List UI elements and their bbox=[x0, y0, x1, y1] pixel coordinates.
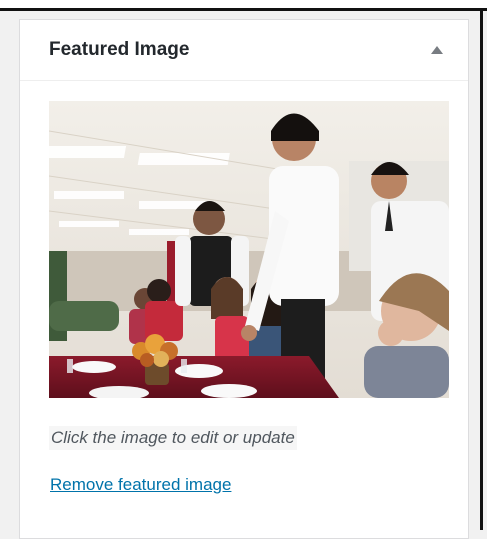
triangle-up-icon bbox=[431, 46, 443, 54]
remove-featured-image-link[interactable]: Remove featured image bbox=[50, 475, 231, 495]
featured-image-thumbnail[interactable] bbox=[49, 101, 449, 398]
collapse-toggle-button[interactable] bbox=[429, 42, 445, 58]
image-edit-hint: Click the image to edit or update bbox=[49, 426, 297, 450]
frame-border-right bbox=[480, 8, 483, 530]
metabox-header[interactable]: Featured Image bbox=[20, 20, 468, 81]
metabox-title: Featured Image bbox=[49, 39, 190, 60]
frame-border-top bbox=[0, 8, 487, 11]
featured-image-metabox: Featured Image Click the image to edit o… bbox=[19, 19, 469, 539]
